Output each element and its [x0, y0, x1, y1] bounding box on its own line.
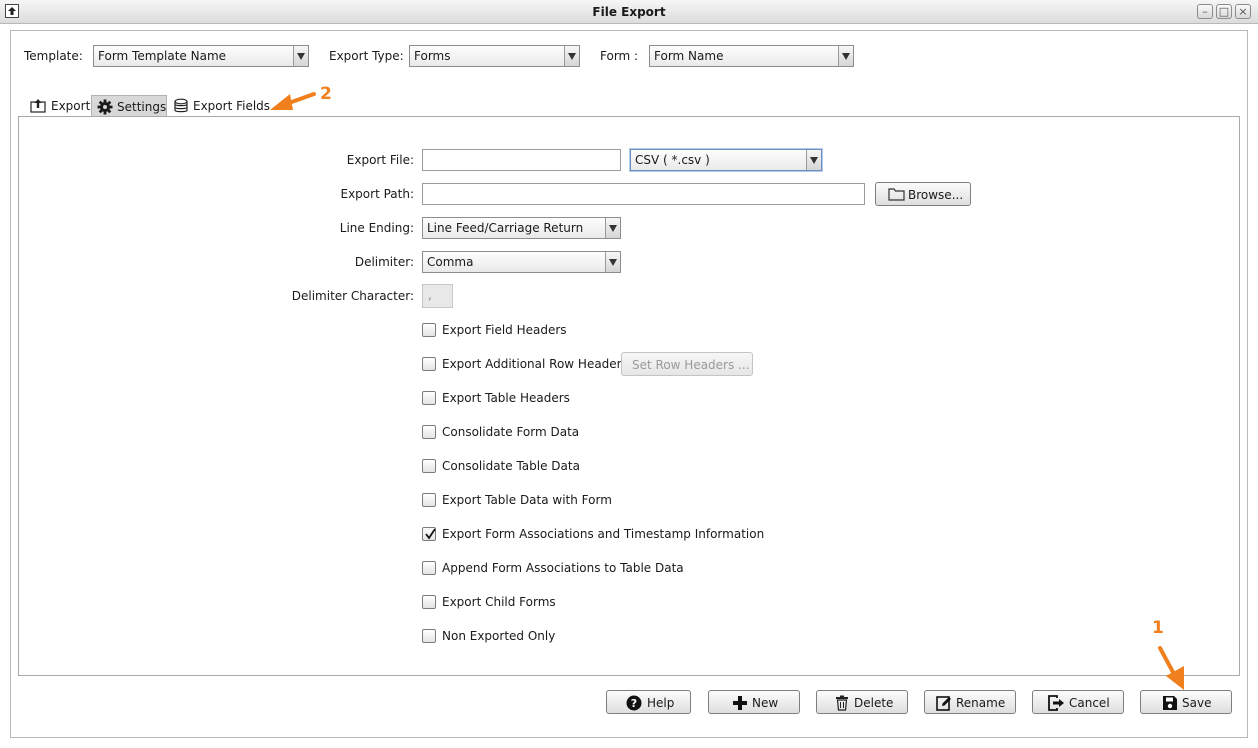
tab-settings-label: Settings	[117, 100, 167, 114]
tab-export-label: Export	[51, 99, 91, 113]
folder-icon	[888, 187, 905, 204]
template-label: Template:	[24, 49, 83, 63]
window-title: File Export	[592, 5, 666, 19]
browse-button[interactable]: Browse...	[875, 182, 971, 206]
annotation-arrow-2	[270, 92, 316, 110]
browse-button-label: Browse...	[908, 188, 964, 202]
dropdown-arrow-icon	[806, 150, 821, 170]
title-bar: File Export – □ ×	[0, 0, 1258, 24]
cancel-button[interactable]: Cancel	[1032, 690, 1124, 714]
export-child-forms-label: Export Child Forms	[442, 595, 556, 609]
delimiter-label: Delimiter:	[354, 255, 414, 269]
help-icon: ?	[626, 695, 642, 714]
export-path-label: Export Path:	[340, 187, 415, 201]
delimiter-character-value: ,	[428, 288, 432, 302]
consolidate-table-data-label: Consolidate Table Data	[442, 459, 580, 473]
annotation-arrow-1	[1158, 646, 1184, 690]
export-file-input[interactable]	[422, 149, 621, 171]
template-value: Form Template Name	[98, 49, 227, 63]
append-form-associations-label: Append Form Associations to Table Data	[442, 561, 684, 575]
file-type-dropdown[interactable]: CSV ( *.csv )	[630, 149, 822, 171]
export-path-input[interactable]	[422, 183, 865, 205]
database-icon	[173, 98, 189, 117]
dropdown-arrow-icon	[293, 46, 308, 66]
checkmark-icon	[425, 528, 436, 540]
consolidate-table-data-checkbox[interactable]	[422, 459, 436, 473]
export-type-label: Export Type:	[329, 49, 404, 63]
delete-button-label: Delete	[854, 696, 894, 710]
export-field-headers-checkbox[interactable]	[422, 323, 436, 337]
export-type-value: Forms	[414, 49, 451, 63]
export-child-forms-checkbox[interactable]	[422, 595, 436, 609]
tab-settings[interactable]: Settings	[91, 95, 167, 117]
delimiter-value: Comma	[427, 255, 474, 269]
dropdown-arrow-icon	[564, 46, 579, 66]
new-button[interactable]: New	[708, 690, 800, 714]
tab-export[interactable]: Export	[27, 95, 91, 117]
set-row-headers-label: Set Row Headers ...	[632, 358, 750, 372]
form-dropdown[interactable]: Form Name	[649, 45, 854, 67]
line-ending-value: Line Feed/Carriage Return	[427, 221, 584, 235]
dropdown-arrow-icon	[605, 218, 620, 238]
maximize-button[interactable]: □	[1216, 4, 1232, 19]
annotation-number-1: 1	[1152, 618, 1164, 638]
help-button[interactable]: ? Help	[606, 690, 691, 714]
form-value: Form Name	[654, 49, 724, 63]
line-ending-label: Line Ending:	[339, 221, 414, 235]
rename-button-label: Rename	[956, 696, 1006, 710]
non-exported-only-label: Non Exported Only	[442, 629, 556, 643]
line-ending-dropdown[interactable]: Line Feed/Carriage Return	[422, 217, 621, 239]
consolidate-form-data-checkbox[interactable]	[422, 425, 436, 439]
rename-button[interactable]: Rename	[924, 690, 1016, 714]
close-button[interactable]: ×	[1235, 4, 1251, 19]
exit-icon	[1048, 695, 1065, 714]
help-button-label: Help	[647, 696, 675, 710]
export-form-associations-label: Export Form Associations and Timestamp I…	[442, 527, 765, 541]
save-button-label: Save	[1182, 696, 1212, 710]
export-icon	[30, 98, 46, 116]
set-row-headers-button: Set Row Headers ...	[621, 352, 753, 376]
cancel-button-label: Cancel	[1069, 696, 1110, 710]
tab-export-fields-label: Export Fields	[193, 99, 271, 113]
export-form-associations-checkbox[interactable]	[422, 527, 436, 541]
plus-icon	[732, 695, 748, 714]
non-exported-only-checkbox[interactable]	[422, 629, 436, 643]
export-table-headers-label: Export Table Headers	[442, 391, 570, 405]
export-table-data-with-form-checkbox[interactable]	[422, 493, 436, 507]
export-type-dropdown[interactable]: Forms	[409, 45, 580, 67]
export-field-headers-label: Export Field Headers	[442, 323, 567, 337]
export-file-label: Export File:	[346, 153, 414, 167]
delimiter-character-label: Delimiter Character:	[291, 289, 414, 303]
delimiter-character-input: ,	[422, 284, 453, 308]
append-form-associations-checkbox[interactable]	[422, 561, 436, 575]
new-button-label: New	[752, 696, 779, 710]
minimize-button[interactable]: –	[1197, 4, 1213, 19]
consolidate-form-data-label: Consolidate Form Data	[442, 425, 580, 439]
export-additional-row-headers-label: Export Additional Row Headers	[442, 357, 628, 371]
file-type-value: CSV ( *.csv )	[635, 153, 710, 167]
delete-button[interactable]: Delete	[816, 690, 908, 714]
export-table-data-with-form-label: Export Table Data with Form	[442, 493, 612, 507]
form-label: Form :	[600, 49, 639, 63]
annotation-number-2: 2	[320, 84, 332, 104]
delimiter-dropdown[interactable]: Comma	[422, 251, 621, 273]
floppy-disk-icon	[1162, 695, 1178, 714]
svg-text:?: ?	[631, 697, 637, 710]
dropdown-arrow-icon	[605, 252, 620, 272]
dropdown-arrow-icon	[838, 46, 853, 66]
export-additional-row-headers-checkbox[interactable]	[422, 357, 436, 371]
edit-icon	[936, 695, 952, 714]
template-dropdown[interactable]: Form Template Name	[93, 45, 309, 67]
tab-export-fields[interactable]: Export Fields	[168, 95, 271, 117]
export-table-headers-checkbox[interactable]	[422, 391, 436, 405]
trash-icon	[835, 695, 849, 714]
